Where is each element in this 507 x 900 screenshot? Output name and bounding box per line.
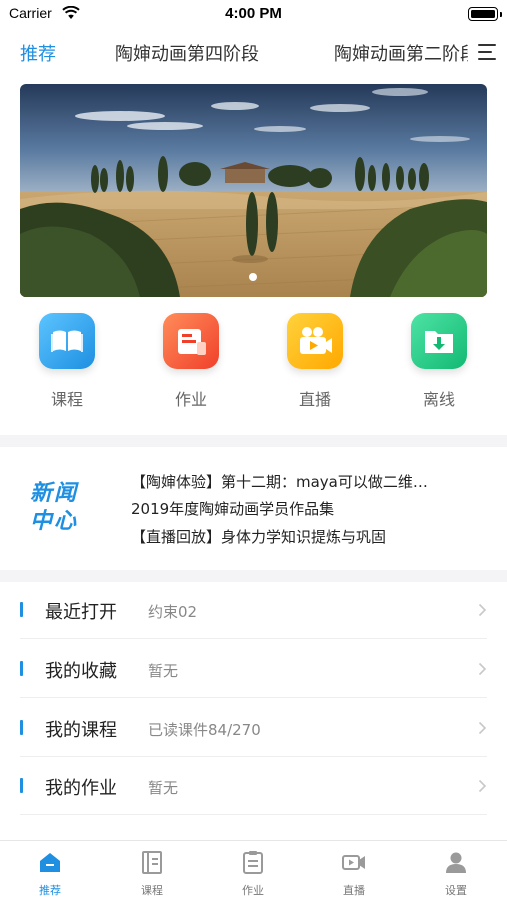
news-item[interactable]: 2019年度陶婶动画学员作品集 <box>131 498 334 519</box>
news-center-logo[interactable]: 新闻 中心 <box>30 480 94 536</box>
menu-icon[interactable] <box>478 44 496 60</box>
tab-label: 设置 <box>445 884 467 897</box>
bottom-tab-homework[interactable]: 作业 <box>223 849 283 898</box>
row-value: 暂无 <box>148 779 179 797</box>
download-folder-icon <box>411 313 467 369</box>
video-camera-icon <box>287 313 343 369</box>
row-separator <box>20 697 487 698</box>
tab-label: 作业 <box>242 884 264 897</box>
row-value: 暂无 <box>148 662 179 680</box>
news-logo-line: 中心 <box>30 509 79 534</box>
tab-stage-two[interactable]: 陶婶动画第二阶段 <box>334 40 468 66</box>
tab-label: 课程 <box>141 884 163 897</box>
home-icon <box>40 853 60 872</box>
tab-label: 推荐 <box>39 884 61 897</box>
bottom-tab-courses[interactable]: 课程 <box>122 849 182 898</box>
quick-action-label: 作业 <box>174 390 207 409</box>
row-separator <box>20 638 487 639</box>
banner-image <box>20 84 487 297</box>
bottom-tab-bar: 推荐 课程 作业 直播 设置 <box>0 840 507 900</box>
row-title: 我的作业 <box>45 778 117 799</box>
bottom-tab-recommend[interactable]: 推荐 <box>20 849 80 898</box>
quick-action-homework[interactable]: 作业 <box>161 313 221 410</box>
video-icon <box>342 855 365 870</box>
status-bar: Carrier 4:00 PM <box>0 0 507 28</box>
banner-carousel[interactable] <box>20 84 487 297</box>
quick-action-label: 课程 <box>50 390 83 409</box>
tab-recommend[interactable]: 推荐 <box>20 40 56 66</box>
course-icon <box>142 851 162 874</box>
list-row-my-homework[interactable]: 我的作业 暂无 <box>0 757 507 815</box>
row-accent-bar <box>20 778 23 793</box>
chevron-right-icon <box>478 603 487 617</box>
quick-action-course[interactable]: 课程 <box>37 313 97 410</box>
list-row-favorites[interactable]: 我的收藏 暂无 <box>0 640 507 698</box>
carousel-indicator[interactable] <box>249 273 257 281</box>
news-item[interactable]: 【直播回放】身体力学知识提炼与巩固 <box>131 526 386 547</box>
quick-action-offline[interactable]: 离线 <box>409 313 469 410</box>
list-row-my-courses[interactable]: 我的课程 已读课件84/270 <box>0 699 507 757</box>
tab-stage-four[interactable]: 陶婶动画第四阶段 <box>115 40 259 66</box>
row-title: 我的课程 <box>45 720 117 741</box>
bottom-tab-settings[interactable]: 设置 <box>426 849 486 898</box>
chevron-right-icon <box>478 662 487 676</box>
row-value: 已读课件84/270 <box>148 721 261 739</box>
section-divider <box>0 435 507 447</box>
quick-action-live[interactable]: 直播 <box>285 313 345 410</box>
bottom-tab-live[interactable]: 直播 <box>324 849 384 898</box>
row-value: 约束02 <box>148 603 198 621</box>
document-icon <box>163 313 219 369</box>
row-separator <box>20 814 487 815</box>
quick-action-label: 离线 <box>422 390 455 409</box>
book-icon <box>39 313 95 369</box>
row-accent-bar <box>20 661 23 676</box>
row-accent-bar <box>20 720 23 735</box>
chevron-right-icon <box>478 721 487 735</box>
list-row-recent[interactable]: 最近打开 约束02 <box>0 581 507 639</box>
news-item[interactable]: 【陶婶体验】第十二期：maya可以做二维… <box>131 471 428 492</box>
quick-action-label: 直播 <box>298 390 331 409</box>
row-title: 我的收藏 <box>45 661 117 682</box>
row-title: 最近打开 <box>45 602 117 623</box>
battery-icon <box>468 7 502 21</box>
row-accent-bar <box>20 602 23 617</box>
person-icon <box>446 852 466 873</box>
chevron-right-icon <box>478 779 487 793</box>
tab-label: 直播 <box>343 884 365 897</box>
news-logo-line: 新闻 <box>30 481 79 506</box>
clipboard-icon <box>243 851 263 874</box>
top-tab-bar: 推荐 陶婶动画第四阶段 陶婶动画第二阶段 <box>0 28 507 76</box>
status-time: 4:00 PM <box>225 5 282 22</box>
